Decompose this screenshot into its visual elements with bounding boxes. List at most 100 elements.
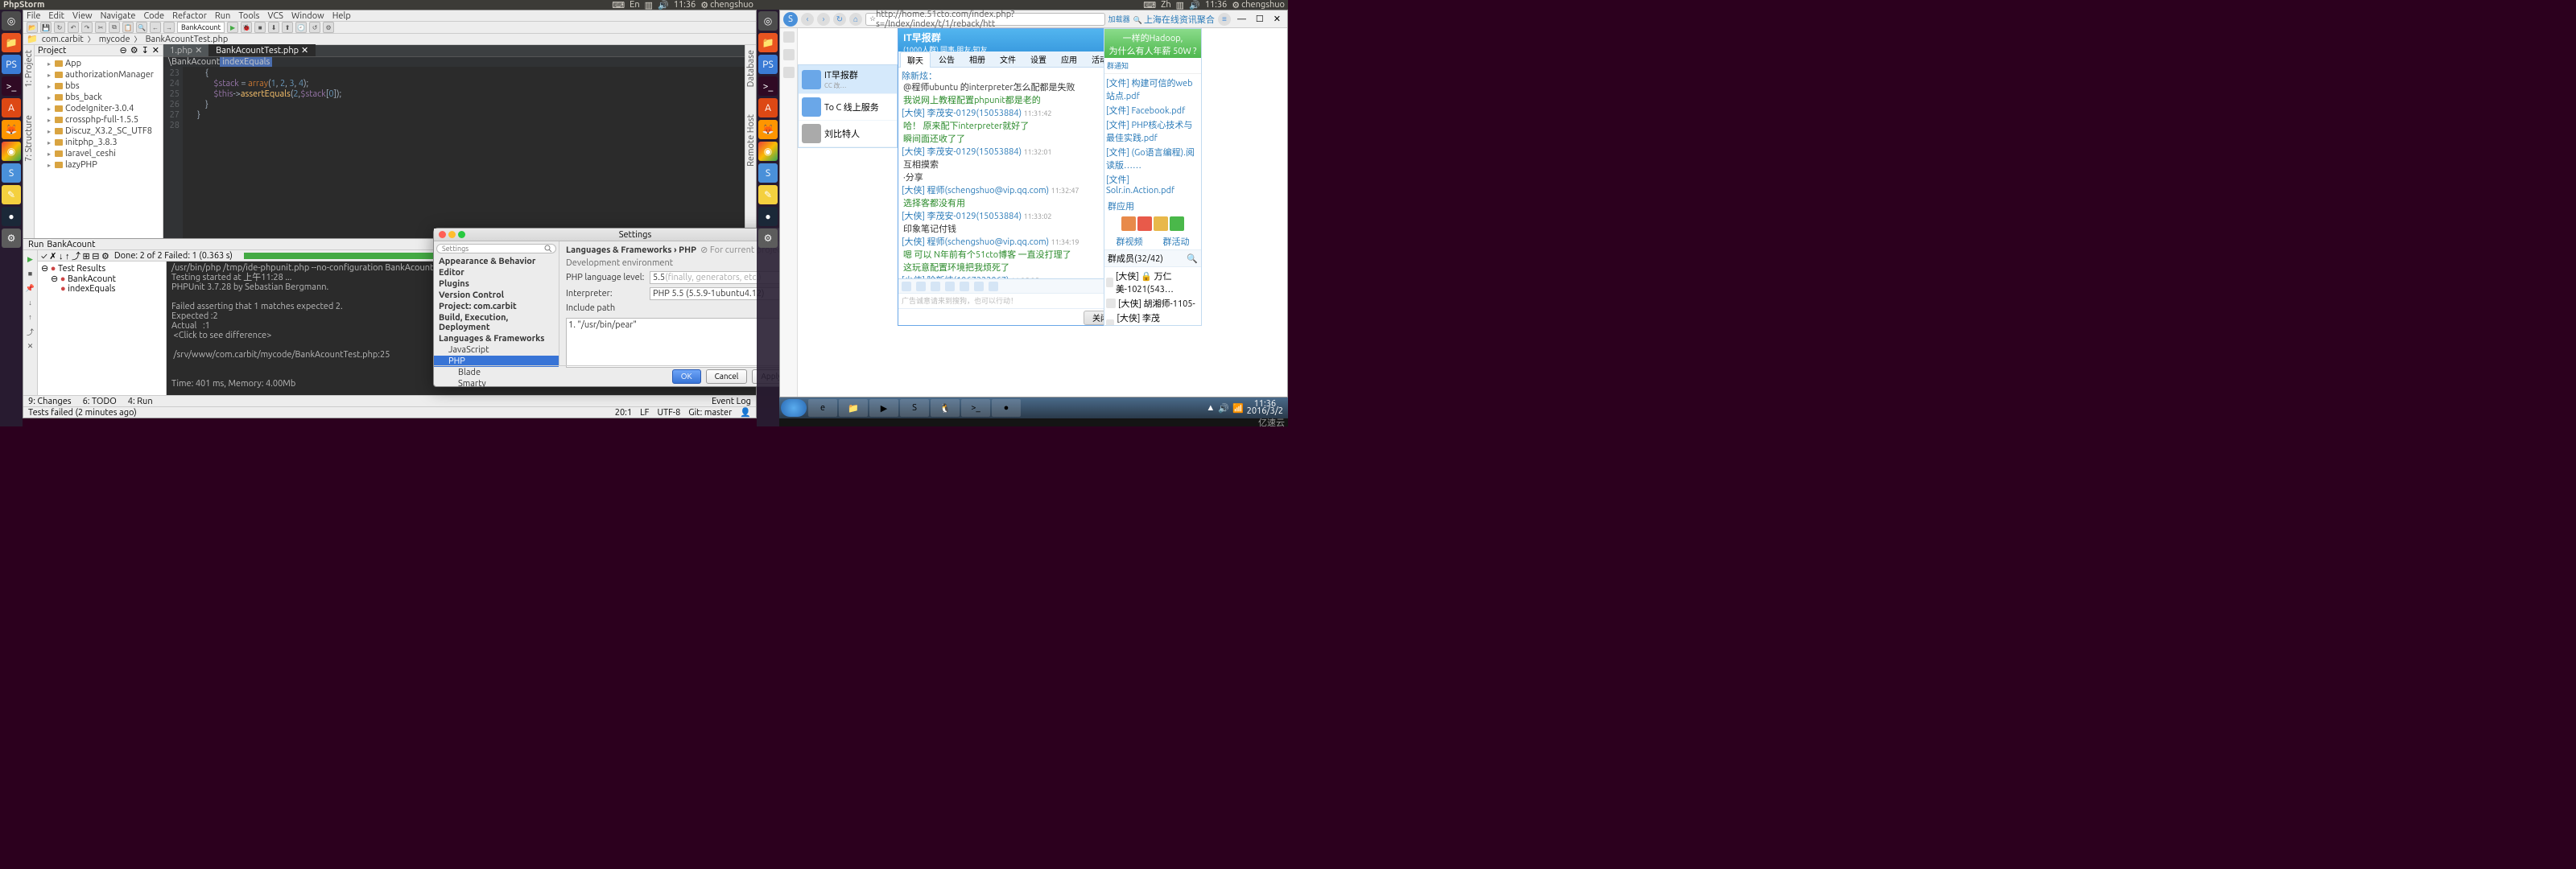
user-menu[interactable]: ⚙ chengshuo (700, 0, 753, 10)
gif-icon[interactable] (931, 282, 940, 291)
line-ending[interactable]: LF (640, 408, 649, 418)
firefox-icon[interactable]: 🦊 (2, 120, 21, 139)
task-ie-icon[interactable]: e (808, 399, 837, 417)
tool-run-tab[interactable]: 4: Run (128, 397, 153, 406)
export-icon[interactable]: ⤴ (25, 326, 36, 337)
file-encoding[interactable]: UTF-8 (657, 408, 680, 418)
menu-tools[interactable]: Tools (238, 11, 259, 21)
volume-icon[interactable]: 🔊 (658, 0, 669, 10)
music-icon[interactable] (989, 282, 998, 291)
home-nav-icon[interactable]: ⌂ (849, 13, 862, 26)
menu-icon[interactable]: ≡ (1218, 13, 1231, 26)
download-icon[interactable] (783, 67, 795, 78)
vcs-history-icon[interactable]: 🕘 (295, 22, 307, 33)
editor-tab[interactable]: 1.php✕ (163, 44, 209, 56)
settings-icon[interactable]: ⚙ (2, 229, 21, 248)
event-log-tab[interactable]: Event Log (712, 397, 751, 406)
volume-icon[interactable]: 🔊 (1189, 0, 1200, 10)
forward-nav-icon[interactable]: › (817, 13, 830, 26)
keyboard-icon[interactable]: ⌨ (612, 0, 625, 10)
crumb-file[interactable]: BankAcountTest.php (143, 35, 231, 44)
chrome-icon[interactable]: ◉ (2, 142, 21, 161)
font-icon[interactable] (902, 282, 911, 291)
run-icon[interactable]: ▶ (227, 22, 238, 33)
menu-code[interactable]: Code (143, 11, 164, 21)
status-icons[interactable]: ✓ ✗ ↓ ↑ ⤴ ⊞ ⊟ ⚙ (41, 249, 109, 262)
rerun-icon[interactable]: ▶ (25, 253, 36, 265)
ide-settings-icon[interactable]: ⚙ (323, 22, 334, 33)
save-icon[interactable]: 💾 (40, 22, 52, 33)
start-button[interactable] (781, 399, 807, 417)
git-branch[interactable]: Git: master (688, 408, 732, 418)
up-icon[interactable]: ↑ (25, 311, 36, 323)
members-header[interactable]: 群成员(32/42)🔍 (1104, 249, 1201, 267)
tool-remote-tab[interactable]: Remote Host (746, 113, 756, 168)
qq-tab[interactable]: 文件 (993, 51, 1022, 67)
qq-tab[interactable]: 相册 (963, 51, 992, 67)
undo-icon[interactable]: ↶ (68, 22, 79, 33)
menu-vcs[interactable]: VCS (267, 11, 283, 21)
task-media-icon[interactable]: ▶ (869, 399, 898, 417)
qq-promo-banner[interactable]: 一样的Hadoop,为什么有人年薪 50W ? (1104, 29, 1201, 58)
settings-nav-item[interactable]: Version Control (434, 290, 559, 301)
interpreter-select[interactable]: PHP 5.5 (5.5.9-1ubuntu4.12) (653, 289, 765, 299)
open-icon[interactable]: 📂 (27, 22, 38, 33)
group-video-link[interactable]: 群视频 (1117, 235, 1143, 248)
menu-run[interactable]: Run (215, 11, 230, 21)
panel-gear-icon[interactable]: ⚙ (130, 45, 138, 56)
crumb-folder[interactable]: mycode (97, 35, 133, 44)
settings-nav-item[interactable]: Languages & Frameworks (434, 333, 559, 344)
software-center-icon[interactable]: A (758, 98, 778, 117)
tray-icon[interactable]: ▲ (1206, 403, 1215, 413)
settings-nav-item[interactable]: Editor (434, 267, 559, 278)
vcs-update-icon[interactable]: ⬇ (268, 22, 279, 33)
dash-icon[interactable]: ◎ (758, 11, 778, 31)
task-term-icon[interactable]: >_ (961, 399, 990, 417)
debug-icon[interactable]: 🐞 (241, 22, 252, 33)
app-box-icon[interactable] (1170, 216, 1184, 231)
tool-project-tab[interactable]: 1: Project (24, 48, 34, 89)
group-activity-link[interactable]: 群活动 (1163, 235, 1190, 248)
tool-database-tab[interactable]: Database (746, 48, 756, 89)
firefox-icon[interactable]: 🦊 (758, 120, 778, 139)
redo-icon[interactable]: ↷ (81, 22, 93, 33)
close-tab-icon[interactable]: ✕ (301, 45, 308, 56)
close-window-icon[interactable] (439, 231, 446, 238)
member-item[interactable]: [大侠] 李茂安-0129(15… (1106, 311, 1199, 325)
clock[interactable]: 11:36 (674, 0, 696, 10)
phpstorm-icon[interactable]: PS (758, 55, 778, 74)
stop-icon[interactable]: ■ (254, 22, 266, 33)
menu-edit[interactable]: Edit (48, 11, 64, 21)
tool-structure-tab[interactable]: 7: Structure (24, 113, 34, 163)
clock[interactable]: 11:36 (1205, 0, 1228, 10)
input-method-indicator[interactable]: En (630, 0, 639, 10)
project-tree[interactable]: App authorizationManager bbs bbs_back Co… (35, 56, 163, 238)
address-bar[interactable]: ☆ http://home.51cto.com/index.php?s=/Ind… (865, 13, 1105, 26)
sogou-icon[interactable]: S (758, 163, 778, 183)
forward-icon[interactable]: → (163, 22, 175, 33)
close-run-icon[interactable]: ✕ (25, 340, 36, 352)
screenshot-icon[interactable] (960, 282, 969, 291)
group-apps-header[interactable]: 群应用 (1104, 198, 1201, 214)
close-icon[interactable]: ✕ (1270, 14, 1284, 24)
phpstorm-icon[interactable]: PS (2, 55, 21, 74)
settings-nav-item[interactable]: Project: com.carbit (434, 301, 559, 312)
user-menu[interactable]: ⚙ chengshuo (1232, 0, 1285, 10)
menu-refactor[interactable]: Refactor (172, 11, 207, 21)
vcs-revert-icon[interactable]: ↺ (309, 22, 320, 33)
image-icon[interactable] (945, 282, 955, 291)
group-file-item[interactable]: [文件] Facebook.pdf (1106, 103, 1199, 117)
qq-tab[interactable]: 设置 (1024, 51, 1053, 67)
lang-level-select[interactable]: 5.5 (653, 273, 665, 282)
down-icon[interactable]: ↓ (25, 297, 36, 308)
dash-icon[interactable]: ◎ (2, 11, 21, 31)
code-content[interactable]: { $stack = array(1, 2, 3, 4); $this->ass… (183, 67, 745, 238)
settings-icon[interactable]: ⚙ (758, 229, 778, 248)
group-file-item[interactable]: [文件] Solr.in.Action.pdf (1106, 172, 1199, 196)
crumb-project[interactable]: com.carbit (39, 35, 86, 44)
test-tree[interactable]: ⊖ ● Test Results ⊖ ● BankAcount ● indexE… (38, 262, 167, 395)
task-app-icon[interactable]: ● (992, 399, 1021, 417)
tool-changes-tab[interactable]: 9: Changes (28, 397, 72, 406)
qq-conversation-item[interactable]: 刘比特人 (799, 121, 897, 147)
tool-todo-tab[interactable]: 6: TODO (83, 397, 117, 406)
